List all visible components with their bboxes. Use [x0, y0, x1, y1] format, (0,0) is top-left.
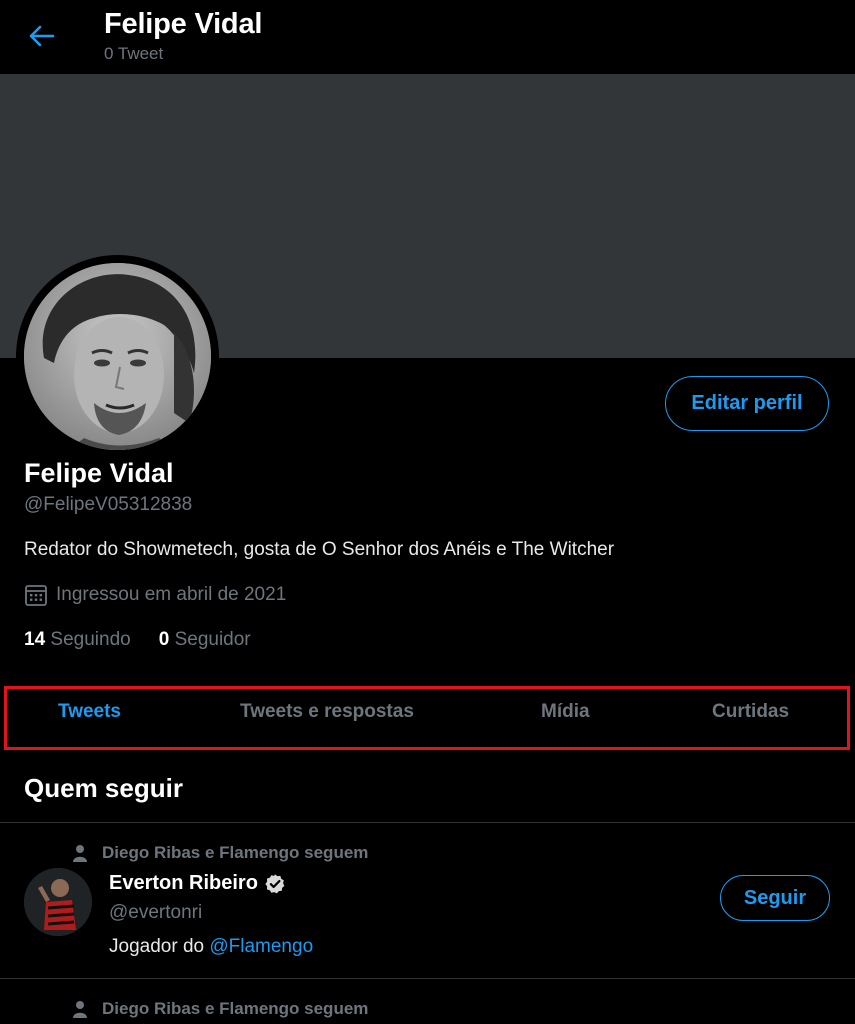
tab-tweets-replies[interactable]: Tweets e respostas [240, 701, 414, 723]
followers-label: Seguidor [174, 629, 251, 650]
suggestion-bio-text: Jogador do [109, 936, 210, 957]
who-to-follow-title: Quem seguir [24, 773, 183, 803]
joined-date: Ingressou em abril de 2021 [24, 583, 286, 607]
following-link[interactable]: 14 Seguindo [24, 629, 131, 651]
following-label: Seguindo [50, 629, 131, 650]
profile-bio: Redator do Showmetech, gosta de O Senhor… [24, 539, 615, 560]
mention-link[interactable]: @Flamengo [209, 936, 313, 957]
divider [0, 822, 855, 823]
suggestion-avatar[interactable] [24, 868, 92, 936]
tab-media[interactable]: Mídia [541, 701, 590, 723]
top-bar: Felipe Vidal 0 Tweet [0, 0, 855, 74]
suggestion-bio: Jogador do @Flamengo [109, 936, 313, 958]
followers-count: 0 [158, 629, 170, 650]
person-icon [73, 1001, 87, 1018]
profile-handle: @FelipeV05312838 [24, 494, 193, 515]
suggestion-name-row[interactable]: Everton Ribeiro [109, 872, 286, 895]
avatar-photo [24, 263, 211, 450]
tab-likes[interactable]: Curtidas [712, 701, 789, 723]
avatar-photo [24, 868, 92, 936]
divider [0, 978, 855, 979]
joined-text: Ingressou em abril de 2021 [56, 584, 287, 605]
suggestion-handle: @evertonri [109, 902, 203, 923]
page-title: Felipe Vidal [104, 8, 263, 40]
follow-stats: 14 Seguindo 0 Seguidor [24, 629, 251, 651]
arrow-left-icon [29, 25, 55, 47]
calendar-icon [25, 585, 47, 606]
person-icon [73, 845, 87, 862]
profile-avatar[interactable] [24, 263, 211, 450]
tweet-count: 0 Tweet [104, 44, 164, 63]
profile-name: Felipe Vidal [24, 458, 174, 488]
suggestion-context: Diego Ribas e Flamengo seguem [72, 843, 368, 863]
tab-tweets[interactable]: Tweets [58, 701, 121, 723]
verified-badge-icon [265, 873, 285, 893]
following-count: 14 [24, 629, 46, 650]
suggestion-context-text: Diego Ribas e Flamengo seguem [102, 843, 369, 862]
follow-button[interactable]: Seguir [720, 875, 830, 921]
suggestion-context: Diego Ribas e Flamengo seguem [72, 999, 368, 1019]
back-button[interactable] [22, 18, 62, 54]
followers-link[interactable]: 0 Seguidor [159, 629, 251, 651]
edit-profile-button[interactable]: Editar perfil [665, 376, 829, 431]
suggestion-name: Everton Ribeiro [109, 872, 258, 894]
suggestion-context-text: Diego Ribas e Flamengo seguem [102, 999, 369, 1018]
